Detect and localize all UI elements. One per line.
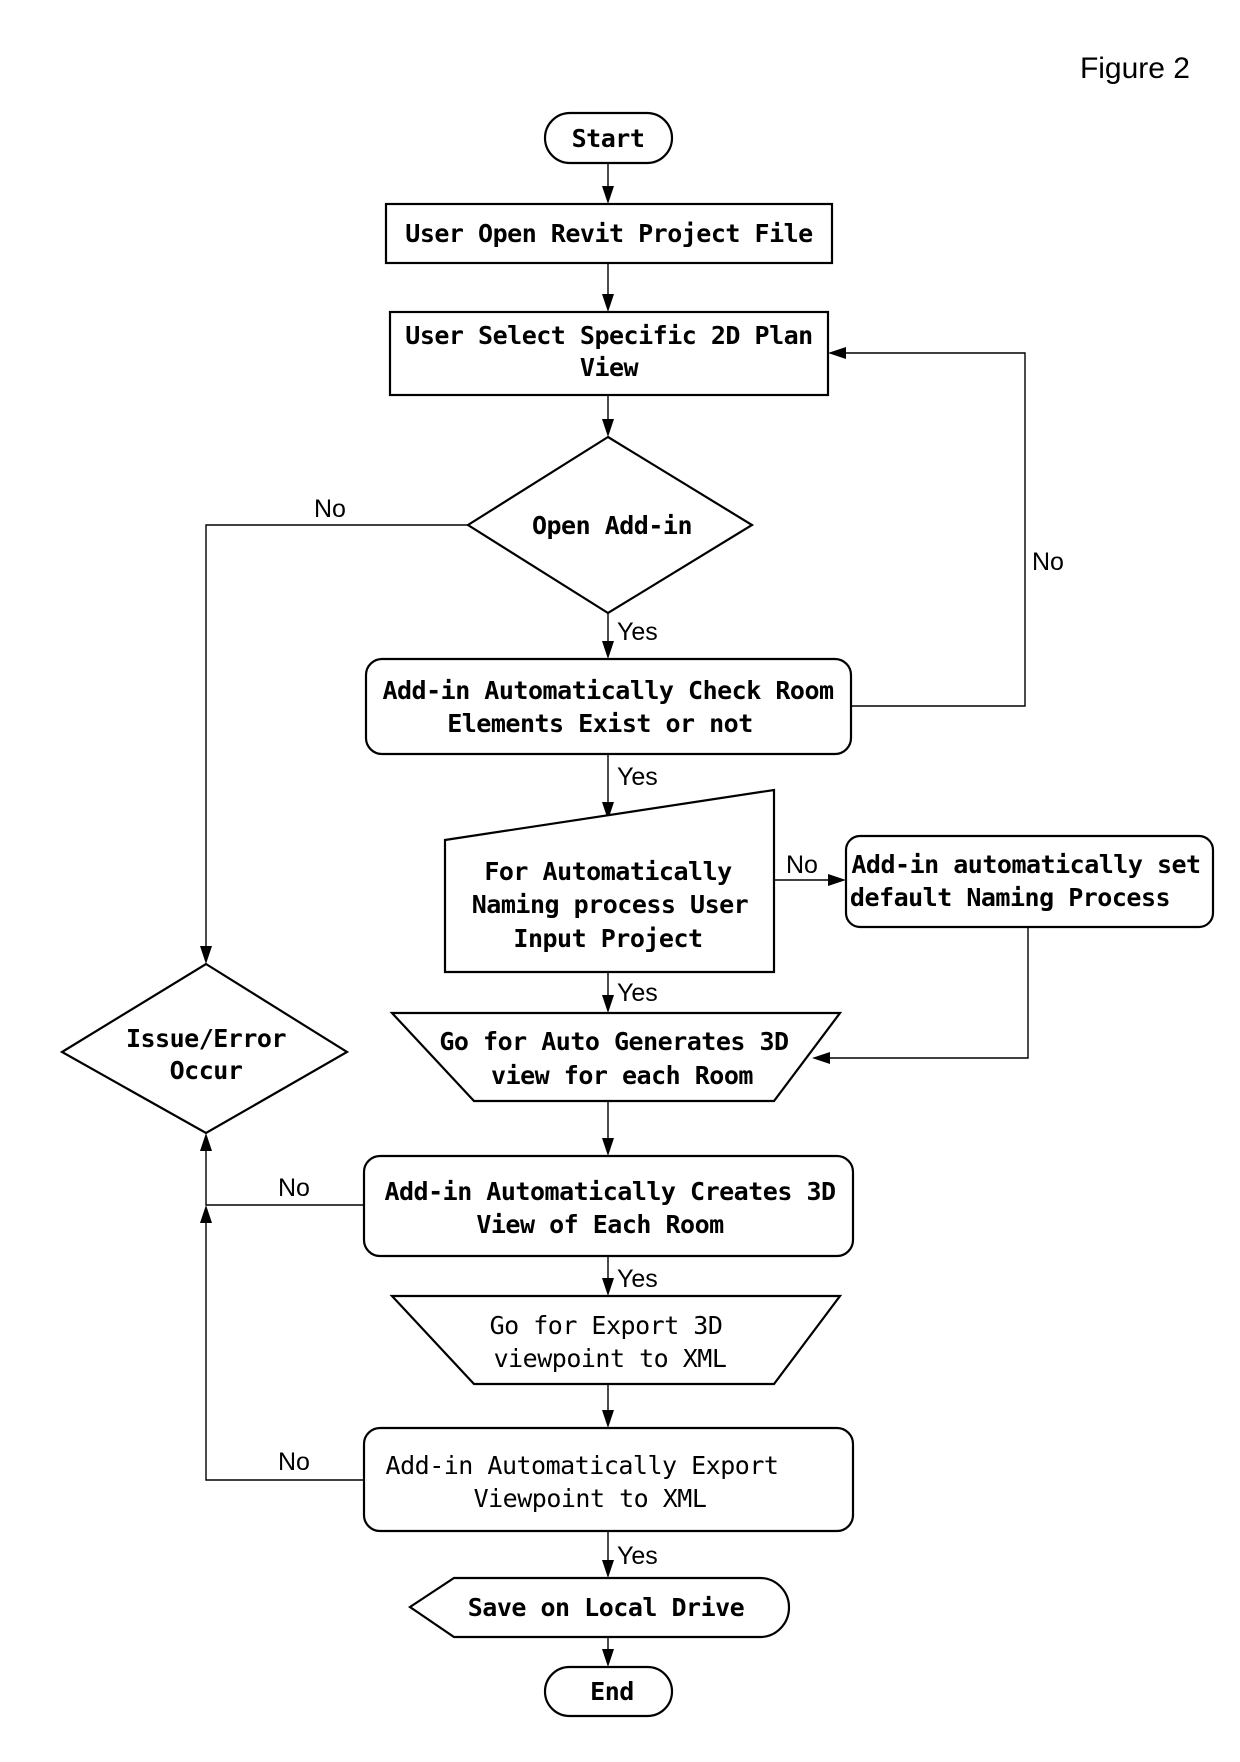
node-create-3d: Add-in Automatically Creates 3D View of …: [362, 1154, 855, 1258]
label-yes-create-3d: Yes: [617, 1265, 658, 1293]
node-text: Add-in automatically set: [851, 850, 1200, 879]
node-text: Naming process User: [472, 890, 749, 919]
node-check-rooms: Add-in Automatically Check Room Elements…: [364, 657, 853, 756]
node-open-addin: Open Add-in: [465, 435, 755, 615]
label-yes-export-xml: Yes: [617, 1542, 658, 1570]
arrowhead: [812, 1052, 830, 1064]
arrowhead: [602, 1410, 614, 1428]
node-text: Open Add-in: [532, 511, 692, 540]
node-naming-input: For Automatically Naming process User In…: [443, 788, 776, 974]
arrowhead: [602, 995, 614, 1013]
node-end: End: [543, 1665, 674, 1718]
node-text: Save on Local Drive: [468, 1593, 745, 1622]
node-default-naming: Add-in automatically set default Naming …: [844, 834, 1215, 929]
node-text: Elements Exist or not: [447, 709, 753, 738]
node-auto-generate: Go for Auto Generates 3D view for each R…: [389, 1011, 843, 1103]
arrowhead: [602, 1560, 614, 1578]
arrowhead: [602, 1138, 614, 1156]
node-text: Go for Export 3D: [490, 1311, 723, 1340]
node-save-local: Save on Local Drive: [408, 1576, 791, 1639]
figure-label: Figure 2: [1080, 52, 1190, 85]
node-text: Input Project: [513, 924, 702, 953]
edge-check-rooms-select-view: [842, 352, 1026, 707]
node-text: User Select Specific 2D Plan: [405, 321, 812, 350]
arrowhead: [602, 1278, 614, 1296]
node-text: Start: [572, 124, 645, 153]
label-yes-open-addin: Yes: [617, 618, 658, 646]
arrowhead: [602, 641, 614, 659]
arrowhead: [200, 946, 212, 964]
node-text: User Open Revit Project File: [405, 219, 813, 248]
edge-default-naming-auto-generate: [826, 927, 1029, 1059]
node-text: Occur: [170, 1056, 243, 1085]
label-no-open-addin: No: [314, 495, 346, 523]
node-text: Go for Auto Generates 3D: [439, 1027, 788, 1056]
node-text: End: [590, 1677, 634, 1706]
label-no-export-xml: No: [278, 1448, 310, 1476]
node-select-view: User Select Specific 2D Plan View: [388, 310, 830, 397]
node-text: Add-in Automatically Creates 3D: [384, 1177, 835, 1206]
arrowhead: [200, 1205, 212, 1223]
arrowhead: [602, 294, 614, 312]
rounded-process-shape: [362, 1154, 855, 1258]
flowchart: Figure 2 No Yes No Yes No Yes No Yes No …: [59, 52, 1215, 1718]
label-no-naming-input: No: [786, 851, 818, 879]
node-text: Add-in Automatically Export: [386, 1451, 779, 1480]
node-text: Viewpoint to XML: [474, 1484, 707, 1513]
label-yes-check-rooms: Yes: [617, 763, 658, 791]
label-no-check-rooms: No: [1032, 548, 1064, 576]
arrowhead: [602, 186, 614, 204]
node-start: Start: [543, 111, 674, 165]
node-export-go: Go for Export 3D viewpoint to XML: [389, 1294, 843, 1386]
arrowhead: [200, 1133, 212, 1151]
rounded-process-shape: [364, 657, 853, 756]
node-issue-error: Issue/Error Occur: [59, 962, 350, 1135]
node-export-xml: Add-in Automatically Export Viewpoint to…: [362, 1426, 855, 1533]
node-text: default Naming Process: [850, 883, 1170, 912]
arrowhead: [828, 874, 846, 886]
label-yes-naming-input: Yes: [617, 979, 658, 1007]
node-text: view for each Room: [491, 1061, 753, 1090]
node-text: View: [580, 353, 640, 382]
label-no-create-3d: No: [278, 1174, 310, 1202]
node-text: View of Each Room: [476, 1210, 724, 1239]
node-text: Add-in Automatically Check Room: [382, 676, 834, 705]
arrowhead: [828, 347, 846, 359]
node-text: For Automatically: [484, 857, 732, 886]
edge-export-xml-issue-error: [205, 1219, 364, 1481]
arrowhead: [602, 1649, 614, 1667]
arrowhead: [602, 419, 614, 437]
node-open-project: User Open Revit Project File: [384, 202, 834, 265]
node-text: viewpoint to XML: [494, 1344, 727, 1373]
node-text: Issue/Error: [126, 1024, 287, 1053]
